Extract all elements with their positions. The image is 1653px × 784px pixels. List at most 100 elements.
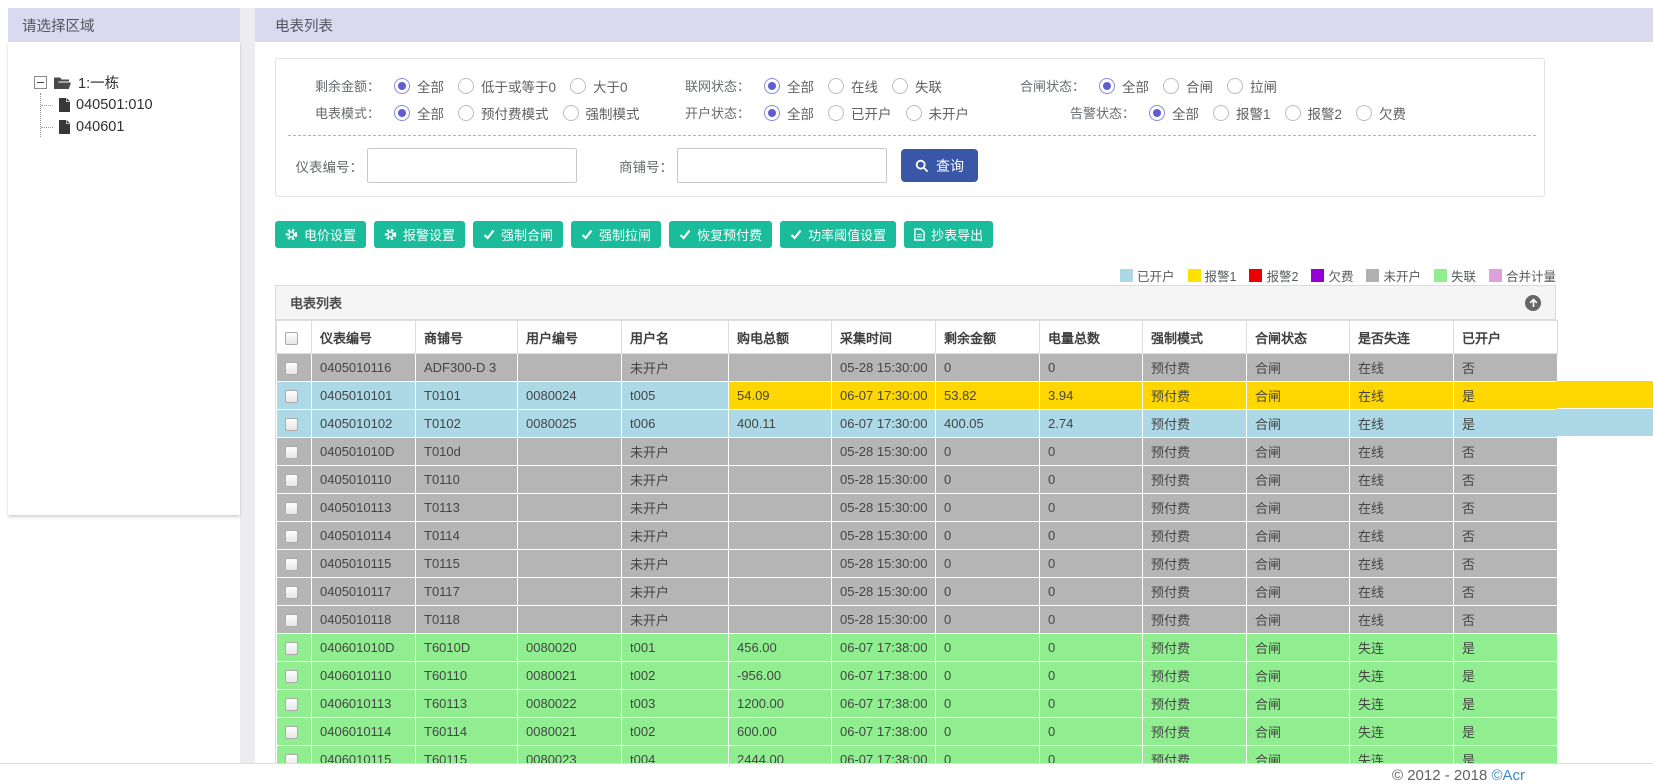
radio-option[interactable]: 已开户 [828,103,892,123]
row-checkbox[interactable] [285,446,298,460]
action-button-功率阈值设置[interactable]: 功率阈值设置 [780,221,897,248]
radio-option[interactable]: 全部 [394,103,444,123]
row-checkbox[interactable] [285,502,298,516]
meter-no-input[interactable] [367,148,577,183]
tree-child-node[interactable]: 040601 [41,115,240,137]
radio-icon[interactable] [828,104,844,121]
radio-icon[interactable] [562,104,579,121]
row-checkbox[interactable] [285,558,298,572]
radio-option[interactable]: 拉闸 [1227,76,1277,96]
legend-swatch [1366,269,1380,282]
row-checkbox[interactable] [285,670,298,684]
row-checkbox[interactable] [285,362,298,376]
radio-icon[interactable] [1356,104,1373,121]
column-header-商铺号: 商铺号 [415,320,518,354]
cell: 合闸 [1246,549,1350,578]
magnifier-icon [915,159,929,172]
action-button-抄表导出[interactable]: 抄表导出 [904,221,994,248]
radio-option[interactable]: 全部 [394,76,444,96]
column-header-仪表编号: 仪表编号 [311,320,416,354]
cell: 在线 [1349,381,1454,410]
cell: 合闸 [1246,661,1350,690]
row-checkbox[interactable] [285,530,298,544]
radio-option[interactable]: 失联 [892,76,942,96]
radio-option-label: 全部 [1122,79,1149,95]
cell: t003 [621,689,729,718]
radio-option[interactable]: 报警2 [1284,103,1342,123]
select-all-checkbox[interactable] [285,331,298,345]
radio-icon[interactable] [1163,77,1179,94]
row-checkbox[interactable] [285,698,298,712]
tree-child-label[interactable]: 040601 [76,119,124,135]
radio-icon[interactable] [828,77,844,94]
radio-option[interactable]: 预付费模式 [458,103,549,123]
action-button-强制拉闸[interactable]: 强制拉闸 [571,221,662,248]
tree-child-node[interactable]: 040501:010 [41,93,240,115]
brand-link[interactable]: ©Acr [1491,767,1525,784]
radio-option[interactable]: 全部 [1149,103,1199,123]
radio-icon[interactable] [570,77,587,94]
tree-collapse-icon[interactable] [34,76,47,89]
radio-icon[interactable] [394,104,410,121]
cell: 06-07 17:30:00 [831,409,936,438]
row-checkbox[interactable] [285,418,298,432]
radio-icon[interactable] [892,77,908,94]
tree-root-node[interactable]: 1:一栋 [34,72,240,93]
radio-option[interactable]: 在线 [828,76,878,96]
radio-option[interactable]: 欠费 [1356,103,1406,123]
radio-option[interactable]: 合闸 [1163,76,1213,96]
tree-root-label[interactable]: 1:一栋 [78,72,119,93]
cell: 合闸 [1246,465,1350,494]
table-row: 040501010D T010d 未开户 05-28 15:30:00 0 0 预付费 合闸在… [276,437,1558,466]
radio-icon[interactable] [458,104,474,121]
radio-icon[interactable] [1149,104,1165,121]
row-checkbox[interactable] [285,474,298,488]
cell [728,493,832,522]
cell: 失连 [1349,689,1454,718]
shop-no-input[interactable] [677,148,887,183]
cell: 05-28 15:30:00 [831,493,936,522]
row-checkbox[interactable] [285,390,298,404]
radio-icon[interactable] [764,77,780,94]
row-checkbox[interactable] [285,642,298,656]
row-checkbox[interactable] [285,726,298,740]
radio-icon[interactable] [1213,104,1229,121]
row-checkbox[interactable] [285,586,298,600]
row-select-cell [276,605,312,634]
radio-option[interactable]: 全部 [764,76,814,96]
filter-rows: 剩余金额： 全部 低于或等于0 大于0 联网状态： 全部 在线 失联 合闸状态： 全部 合闸 拉闸 电表… [288,72,1544,126]
action-button-强制合闸[interactable]: 强制合闸 [473,221,564,248]
legend-swatch [1311,269,1325,282]
search-button[interactable]: 查询 [901,149,978,182]
cell: 未开户 [621,549,729,578]
row-checkbox[interactable] [285,614,298,628]
radio-icon[interactable] [764,104,780,121]
cell: 06-07 17:38:00 [831,661,936,690]
radio-option[interactable]: 大于0 [570,76,628,96]
radio-option[interactable]: 报警1 [1213,103,1271,123]
radio-icon[interactable] [905,104,922,121]
radio-icon[interactable] [1227,77,1243,94]
radio-option[interactable]: 未开户 [905,103,970,123]
radio-icon[interactable] [394,77,410,94]
radio-option[interactable]: 强制模式 [562,103,640,123]
radio-option[interactable]: 全部 [764,103,814,123]
radio-icon[interactable] [458,77,474,94]
radio-option[interactable]: 低于或等于0 [458,76,556,96]
action-button-恢复预付费[interactable]: 恢复预付费 [669,221,773,248]
action-button-label: 恢复预付费 [697,228,763,243]
radio-option[interactable]: 全部 [1099,76,1149,96]
collapse-up-icon[interactable] [1525,294,1541,311]
cell: 预付费 [1142,493,1247,522]
tree-children: 040501:010 040601 [40,93,240,137]
cell: 600.00 [728,717,832,746]
radio-icon[interactable] [1099,77,1115,94]
tree-child-label[interactable]: 040501:010 [76,97,153,113]
select-all-header [276,320,312,354]
row-color-legend: 已开户 报警1 报警2 欠费 未开户 失联 合并计量 [1120,266,1556,285]
action-button-报警设置[interactable]: 报警设置 [374,221,466,248]
action-button-电价设置[interactable]: 电价设置 [275,221,367,248]
radio-option-label: 未开户 [928,106,970,122]
cell [517,549,622,578]
radio-icon[interactable] [1284,104,1301,121]
